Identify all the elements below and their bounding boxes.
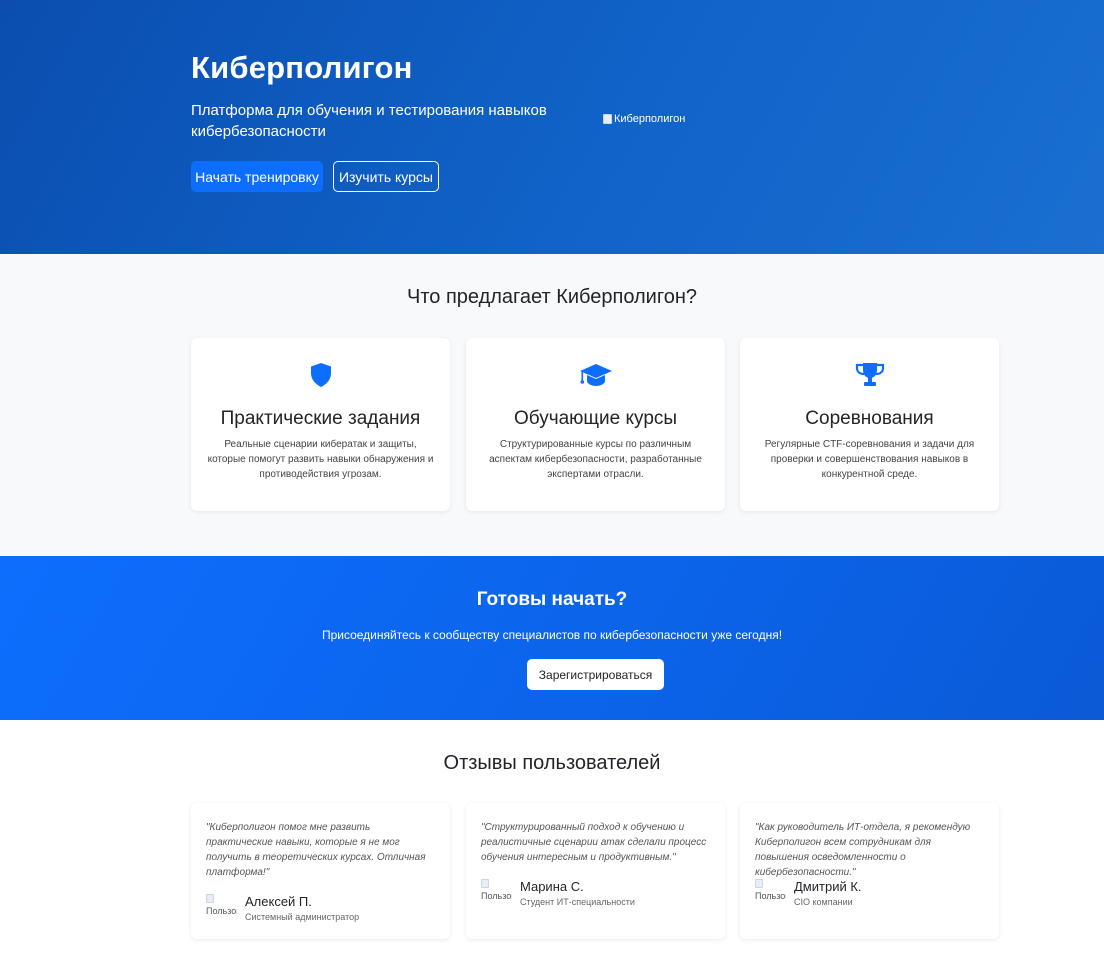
feature-title: Практические задания [220, 408, 421, 429]
avatar-alt: Пользователь [755, 891, 786, 901]
trophy-icon [855, 363, 884, 386]
reviews-title: Отзывы пользователей [443, 752, 661, 774]
explore-courses-button[interactable]: Изучить курсы [333, 161, 439, 192]
features-title: Что предлагает Киберполигон? [407, 286, 697, 308]
review-author: Пользователь Алексей П. Системный админи… [206, 894, 359, 924]
broken-image-icon [481, 879, 489, 888]
hero-image-alt: Киберполигон [614, 113, 686, 125]
hero-title: Киберполигон [191, 50, 413, 85]
review-author-name: Марина С. [520, 879, 584, 894]
review-card: "Структурированный подход к обучению и р… [466, 803, 725, 939]
feature-title: Соревнования [805, 408, 934, 429]
review-card: "Киберполигон помог мне развить практиче… [191, 803, 450, 939]
cta-text: Присоединяйтесь к сообществу специалисто… [321, 628, 783, 642]
feature-card-competitions: Соревнования Регулярные CTF-соревнования… [740, 338, 999, 511]
review-author: Пользователь Марина С. Студент ИТ-специа… [481, 879, 635, 909]
avatar: Пользователь [206, 894, 237, 916]
feature-text: Реальные сценарии кибератак и защиты, ко… [207, 439, 434, 480]
review-quote: "Структурированный подход к обучению и р… [481, 822, 707, 863]
feature-text: Структурированные курсы по различным асп… [489, 439, 702, 480]
hero-subtitle: Платформа для обучения и тестирования на… [191, 102, 547, 140]
avatar-alt: Пользователь [481, 891, 512, 901]
feature-card-courses: Обучающие курсы Структурированные курсы … [466, 338, 725, 511]
hero-section: Киберполигон Платформа для обучения и те… [0, 0, 1104, 254]
cta-section: Готовы начать? Присоединяйтесь к сообщес… [0, 556, 1104, 720]
broken-image-icon [603, 114, 612, 124]
broken-image-icon [206, 894, 214, 903]
register-button[interactable]: Зарегистрироваться [527, 659, 664, 690]
reviews-section: Отзывы пользователей "Киберполигон помог… [0, 720, 1104, 954]
hero-image: Киберполигон [603, 113, 685, 125]
review-author: Пользователь Дмитрий К. CIO компании [755, 879, 862, 909]
avatar-alt: Пользователь [206, 906, 237, 916]
review-quote: "Киберполигон помог мне развить практиче… [206, 822, 426, 878]
feature-text: Регулярные CTF-соревнования и задачи для… [764, 439, 975, 480]
feature-card-practice: Практические задания Реальные сценарии к… [191, 338, 450, 511]
review-author-role: Студент ИТ-специальности [520, 897, 635, 907]
features-section: Что предлагает Киберполигон? Практически… [0, 254, 1104, 556]
avatar: Пользователь [481, 879, 512, 901]
graduation-cap-icon [579, 364, 612, 386]
shield-icon [310, 363, 331, 387]
cta-title: Готовы начать? [476, 589, 628, 610]
review-author-name: Дмитрий К. [794, 879, 862, 894]
review-quote: "Как руководитель ИТ-отдела, я рекоменду… [755, 822, 971, 878]
review-author-role: CIO компании [794, 897, 853, 907]
feature-title: Обучающие курсы [513, 408, 678, 429]
avatar: Пользователь [755, 879, 786, 901]
review-author-name: Алексей П. [245, 894, 312, 909]
review-card: "Как руководитель ИТ-отдела, я рекоменду… [740, 803, 999, 939]
review-author-role: Системный администратор [245, 912, 360, 922]
start-training-button[interactable]: Начать тренировку [191, 161, 323, 192]
broken-image-icon [755, 879, 763, 888]
